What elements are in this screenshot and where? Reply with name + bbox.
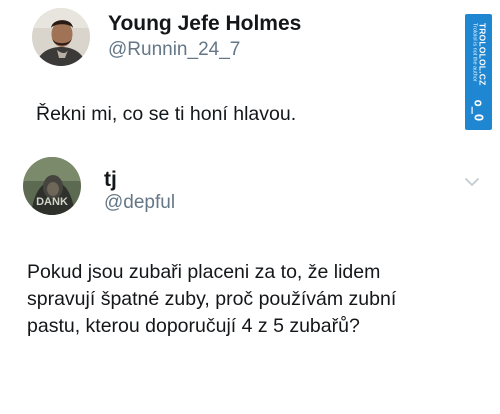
tweet-2: DANK tj @depful Pokud jsou zubaři placen…	[0, 150, 500, 414]
watermark-brand: TROLOLOL.CZ	[477, 22, 488, 86]
avatar[interactable]	[32, 8, 90, 66]
tweet-text: Pokud jsou zubaři placeni za to, že lide…	[27, 261, 397, 337]
avatar-text: DANK	[36, 196, 68, 208]
user-handle[interactable]: @depful	[104, 192, 175, 214]
display-name[interactable]: Young Jefe Holmes	[108, 12, 301, 36]
watermark-subtitle: Trololol is not the author	[471, 22, 478, 82]
tweet-1: Young Jefe Holmes @Runnin_24_7 Řekni mi,…	[0, 0, 500, 150]
chevron-down-icon[interactable]	[462, 175, 482, 189]
avatar-photo: DANK	[23, 157, 81, 215]
avatar[interactable]: DANK	[23, 157, 81, 215]
avatar-photo	[32, 8, 90, 66]
tweet-text: Řekni mi, co se ti honí hlavou.	[36, 103, 297, 125]
trololol-watermark: TROLOLOL.CZ Trololol is not the author o…	[465, 14, 492, 130]
display-name[interactable]: tj	[104, 168, 117, 192]
user-handle[interactable]: @Runnin_24_7	[108, 39, 240, 61]
watermark-face: o_O	[471, 99, 486, 122]
